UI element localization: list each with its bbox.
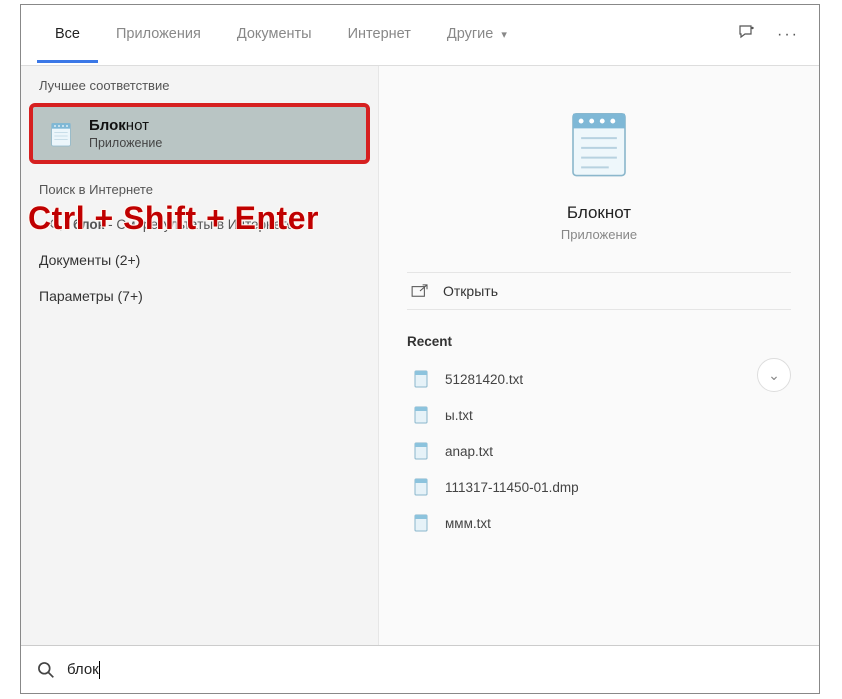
preview-pane: Блокнот Приложение Открыть ⌄ Recent 5128… bbox=[378, 66, 819, 645]
search-bar: блок bbox=[21, 645, 819, 693]
web-search-label: блок - См. результаты в Интернете bbox=[73, 217, 294, 232]
document-icon bbox=[411, 369, 431, 389]
notepad-icon-large bbox=[560, 104, 638, 182]
chevron-down-icon: ▾ bbox=[501, 29, 507, 41]
notepad-icon bbox=[45, 118, 77, 150]
best-match-subtitle: Приложение bbox=[89, 136, 162, 150]
recent-file-label: 111317-11450-01.dmp bbox=[445, 480, 579, 495]
best-match-item[interactable]: Блокнот Приложение bbox=[29, 103, 370, 164]
results-pane: Лучшее соответствие Блокнот Приложение П… bbox=[21, 66, 378, 645]
preview-subtitle: Приложение bbox=[407, 227, 791, 242]
expand-down-button[interactable]: ⌄ bbox=[757, 358, 791, 392]
tabs-group: Все Приложения Документы Интернет Другие… bbox=[37, 8, 525, 63]
best-match-header: Лучшее соответствие bbox=[21, 66, 378, 103]
document-icon bbox=[411, 513, 431, 533]
recent-file-label: 51281420.txt bbox=[445, 372, 523, 387]
search-icon bbox=[37, 661, 55, 679]
document-icon bbox=[411, 405, 431, 425]
search-window: Все Приложения Документы Интернет Другие… bbox=[20, 4, 820, 694]
search-input-wrapper[interactable]: блок bbox=[67, 661, 100, 679]
text-cursor bbox=[99, 661, 100, 679]
best-match-title: Блокнот bbox=[89, 117, 162, 134]
open-label: Открыть bbox=[443, 283, 498, 299]
tab-apps[interactable]: Приложения bbox=[98, 8, 219, 63]
search-icon bbox=[49, 218, 63, 232]
recent-file-item[interactable]: ы.txt bbox=[407, 397, 791, 433]
best-match-text: Блокнот Приложение bbox=[89, 117, 162, 150]
open-icon bbox=[411, 284, 429, 298]
document-icon bbox=[411, 477, 431, 497]
recent-file-label: ы.txt bbox=[445, 408, 473, 423]
document-icon bbox=[411, 441, 431, 461]
recent-file-label: ммм.txt bbox=[445, 516, 491, 531]
chevron-down-icon: ⌄ bbox=[768, 367, 780, 384]
preview-title: Блокнот bbox=[407, 203, 791, 223]
recent-file-item[interactable]: 51281420.txt bbox=[407, 361, 791, 397]
recent-file-label: anap.txt bbox=[445, 444, 493, 459]
tab-more[interactable]: Другие ▾ bbox=[429, 8, 525, 63]
recent-file-item[interactable]: ммм.txt bbox=[407, 505, 791, 541]
web-search-header: Поиск в Интернете bbox=[21, 170, 378, 207]
tab-more-label: Другие bbox=[447, 26, 493, 42]
tab-all[interactable]: Все bbox=[37, 8, 98, 63]
recent-header: Recent bbox=[407, 334, 791, 349]
more-options-icon[interactable]: ··· bbox=[777, 26, 799, 44]
settings-group[interactable]: Параметры (7+) bbox=[21, 278, 378, 314]
top-icons: ··· bbox=[737, 23, 809, 48]
tab-documents[interactable]: Документы bbox=[219, 8, 330, 63]
recent-file-item[interactable]: anap.txt bbox=[407, 433, 791, 469]
tabs-row: Все Приложения Документы Интернет Другие… bbox=[21, 5, 819, 65]
search-query-text: блок bbox=[67, 661, 99, 678]
preview-header: Блокнот Приложение bbox=[407, 96, 791, 242]
open-action[interactable]: Открыть bbox=[407, 272, 791, 310]
recent-file-item[interactable]: 111317-11450-01.dmp bbox=[407, 469, 791, 505]
feedback-icon[interactable] bbox=[737, 23, 757, 48]
documents-group[interactable]: Документы (2+) bbox=[21, 242, 378, 278]
content-area: Лучшее соответствие Блокнот Приложение П… bbox=[21, 65, 819, 645]
tab-web[interactable]: Интернет bbox=[330, 8, 429, 63]
web-search-item[interactable]: блок - См. результаты в Интернете bbox=[21, 207, 378, 242]
